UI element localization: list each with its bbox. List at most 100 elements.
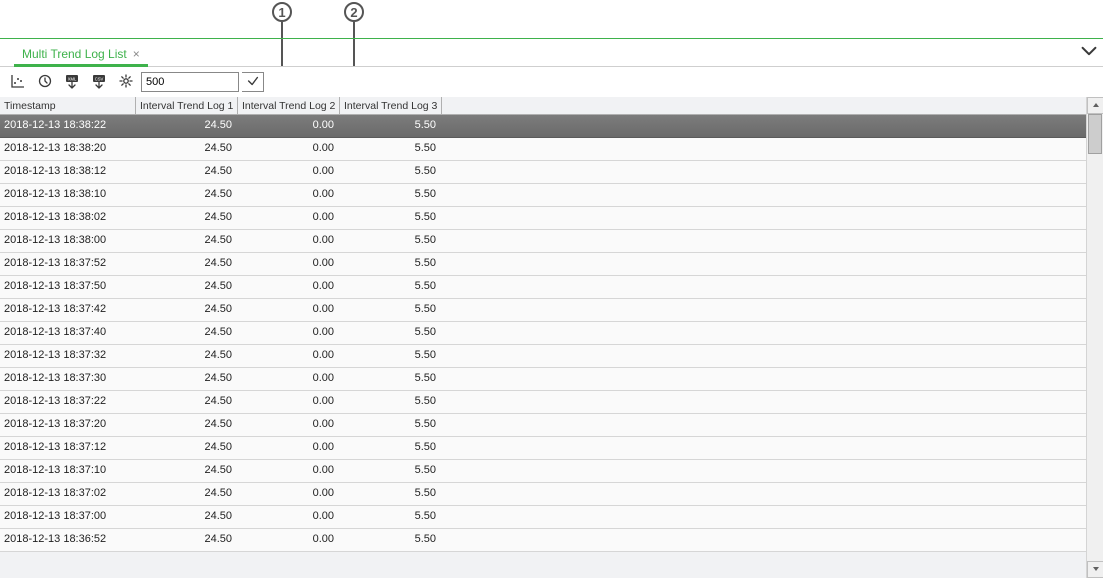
record-count-input[interactable]	[141, 72, 239, 92]
table-row[interactable]: 2018-12-13 18:37:5224.500.005.50	[0, 253, 1086, 276]
apply-count-button[interactable]	[242, 72, 264, 92]
cell-trend-log-1: 24.50	[136, 460, 238, 482]
cell-timestamp: 2018-12-13 18:37:22	[0, 391, 136, 413]
table-header-row: Timestamp Interval Trend Log 1 Interval …	[0, 97, 1086, 115]
cell-trend-log-2: 0.00	[238, 230, 340, 252]
chart-view-button[interactable]	[6, 70, 30, 94]
export-xml-button[interactable]: XML	[60, 70, 84, 94]
export-csv-button[interactable]: CSV	[87, 70, 111, 94]
cell-timestamp: 2018-12-13 18:38:20	[0, 138, 136, 160]
cell-trend-log-1: 24.50	[136, 391, 238, 413]
time-range-button[interactable]	[33, 70, 57, 94]
cell-timestamp: 2018-12-13 18:37:40	[0, 322, 136, 344]
cell-trend-log-2: 0.00	[238, 345, 340, 367]
cell-timestamp: 2018-12-13 18:37:52	[0, 253, 136, 275]
scroll-track[interactable]	[1087, 114, 1103, 561]
cell-timestamp: 2018-12-13 18:37:20	[0, 414, 136, 436]
triangle-up-icon	[1092, 100, 1100, 112]
table-row[interactable]: 2018-12-13 18:38:1224.500.005.50	[0, 161, 1086, 184]
cell-trend-log-1: 24.50	[136, 529, 238, 551]
settings-button[interactable]	[114, 70, 138, 94]
cell-trend-log-1: 24.50	[136, 207, 238, 229]
table-row[interactable]: 2018-12-13 18:37:5024.500.005.50	[0, 276, 1086, 299]
cell-timestamp: 2018-12-13 18:38:02	[0, 207, 136, 229]
cell-timestamp: 2018-12-13 18:37:02	[0, 483, 136, 505]
cell-trend-log-3: 5.50	[340, 529, 442, 551]
table-row[interactable]: 2018-12-13 18:38:1024.500.005.50	[0, 184, 1086, 207]
scroll-up-button[interactable]	[1087, 97, 1103, 114]
cell-timestamp: 2018-12-13 18:37:12	[0, 437, 136, 459]
cell-trend-log-3: 5.50	[340, 345, 442, 367]
cell-trend-log-2: 0.00	[238, 276, 340, 298]
tab-multi-trend-log-list[interactable]: Multi Trend Log List ×	[14, 43, 148, 67]
table-row[interactable]: 2018-12-13 18:38:0024.500.005.50	[0, 230, 1086, 253]
scroll-thumb[interactable]	[1088, 114, 1102, 154]
cell-trend-log-3: 5.50	[340, 460, 442, 482]
cell-timestamp: 2018-12-13 18:38:12	[0, 161, 136, 183]
cell-timestamp: 2018-12-13 18:37:32	[0, 345, 136, 367]
cell-trend-log-3: 5.50	[340, 322, 442, 344]
table-row[interactable]: 2018-12-13 18:37:3024.500.005.50	[0, 368, 1086, 391]
table-row[interactable]: 2018-12-13 18:37:1224.500.005.50	[0, 437, 1086, 460]
cell-trend-log-1: 24.50	[136, 483, 238, 505]
scroll-down-button[interactable]	[1087, 561, 1103, 578]
clock-icon	[37, 73, 53, 92]
table-row[interactable]: 2018-12-13 18:37:0224.500.005.50	[0, 483, 1086, 506]
cell-trend-log-2: 0.00	[238, 161, 340, 183]
table-row[interactable]: 2018-12-13 18:38:2224.500.005.50	[0, 115, 1086, 138]
cell-trend-log-3: 5.50	[340, 483, 442, 505]
col-header-spacer	[442, 97, 1086, 115]
cell-trend-log-1: 24.50	[136, 161, 238, 183]
vertical-scrollbar[interactable]	[1086, 97, 1103, 578]
table-row[interactable]: 2018-12-13 18:37:2024.500.005.50	[0, 414, 1086, 437]
cell-trend-log-3: 5.50	[340, 414, 442, 436]
cell-trend-log-1: 24.50	[136, 506, 238, 528]
table-row[interactable]: 2018-12-13 18:37:2224.500.005.50	[0, 391, 1086, 414]
col-header-trend-log-1[interactable]: Interval Trend Log 1	[136, 97, 238, 115]
col-header-trend-log-2[interactable]: Interval Trend Log 2	[238, 97, 340, 115]
cell-trend-log-2: 0.00	[238, 437, 340, 459]
col-header-trend-log-3[interactable]: Interval Trend Log 3	[340, 97, 442, 115]
annotation-number-2: 2	[344, 2, 364, 22]
cell-trend-log-3: 5.50	[340, 161, 442, 183]
scatter-chart-icon	[10, 73, 26, 92]
cell-timestamp: 2018-12-13 18:36:52	[0, 529, 136, 551]
cell-trend-log-3: 5.50	[340, 184, 442, 206]
cell-trend-log-3: 5.50	[340, 391, 442, 413]
table-row[interactable]: 2018-12-13 18:38:0224.500.005.50	[0, 207, 1086, 230]
cell-trend-log-1: 24.50	[136, 115, 238, 137]
cell-trend-log-2: 0.00	[238, 506, 340, 528]
cell-trend-log-3: 5.50	[340, 230, 442, 252]
cell-trend-log-3: 5.50	[340, 253, 442, 275]
tab-overflow-button[interactable]	[1081, 43, 1097, 59]
cell-trend-log-3: 5.50	[340, 506, 442, 528]
cell-trend-log-2: 0.00	[238, 368, 340, 390]
table-row[interactable]: 2018-12-13 18:37:4224.500.005.50	[0, 299, 1086, 322]
cell-trend-log-2: 0.00	[238, 115, 340, 137]
tab-bar: Multi Trend Log List ×	[0, 39, 1103, 67]
table-row[interactable]: 2018-12-13 18:37:0024.500.005.50	[0, 506, 1086, 529]
cell-timestamp: 2018-12-13 18:37:30	[0, 368, 136, 390]
cell-trend-log-2: 0.00	[238, 253, 340, 275]
cell-trend-log-2: 0.00	[238, 414, 340, 436]
cell-trend-log-2: 0.00	[238, 322, 340, 344]
col-header-timestamp[interactable]: Timestamp	[0, 97, 136, 115]
table-row[interactable]: 2018-12-13 18:37:3224.500.005.50	[0, 345, 1086, 368]
tab-close-button[interactable]: ×	[133, 47, 140, 61]
cell-trend-log-1: 24.50	[136, 299, 238, 321]
table-row[interactable]: 2018-12-13 18:37:1024.500.005.50	[0, 460, 1086, 483]
cell-trend-log-3: 5.50	[340, 299, 442, 321]
cell-trend-log-1: 24.50	[136, 230, 238, 252]
table-row[interactable]: 2018-12-13 18:36:5224.500.005.50	[0, 529, 1086, 552]
cell-trend-log-2: 0.00	[238, 184, 340, 206]
content-area: Timestamp Interval Trend Log 1 Interval …	[0, 97, 1103, 578]
cell-trend-log-2: 0.00	[238, 391, 340, 413]
cell-trend-log-2: 0.00	[238, 138, 340, 160]
cell-trend-log-3: 5.50	[340, 207, 442, 229]
annotation-number-1: 1	[272, 2, 292, 22]
table-row[interactable]: 2018-12-13 18:37:4024.500.005.50	[0, 322, 1086, 345]
cell-trend-log-1: 24.50	[136, 138, 238, 160]
triangle-down-icon	[1092, 564, 1100, 576]
table-row[interactable]: 2018-12-13 18:38:2024.500.005.50	[0, 138, 1086, 161]
cell-trend-log-3: 5.50	[340, 437, 442, 459]
